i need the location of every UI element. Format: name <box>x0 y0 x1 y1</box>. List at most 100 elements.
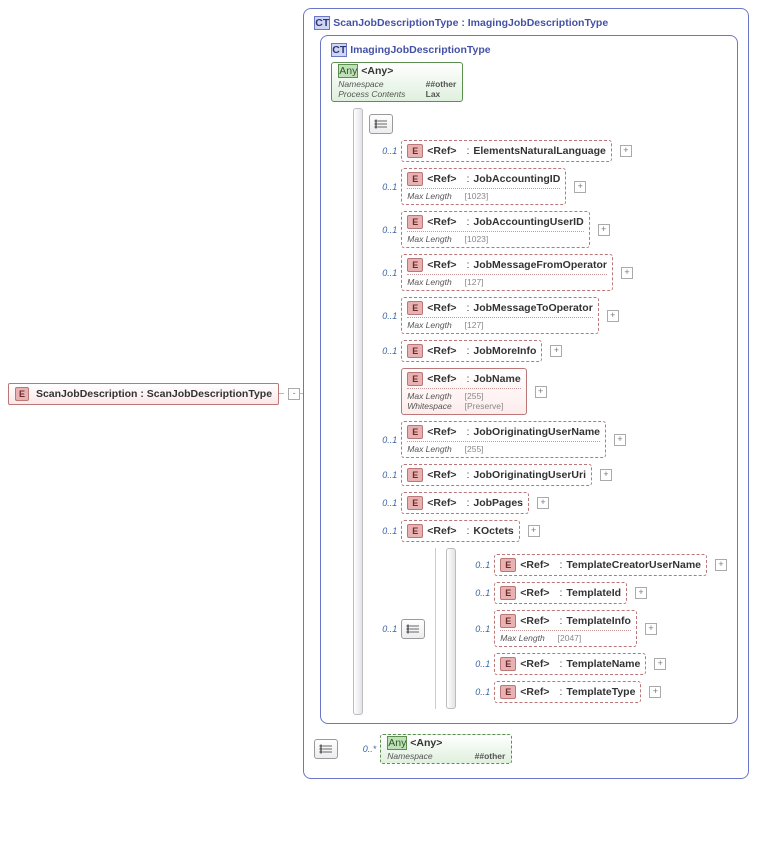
ref-label: <Ref> <box>427 497 456 509</box>
ref-box[interactable]: E <Ref> : TemplateId <box>494 582 627 604</box>
e-badge: E <box>500 558 516 572</box>
e-badge: E <box>407 496 423 510</box>
ref-row: 0..1E<Ref> : ElementsNaturalLanguage+ <box>369 140 727 162</box>
expand-icon[interactable]: + <box>528 525 540 537</box>
ref-row: 0..1E<Ref> : TemplateCreatorUserName+ <box>462 554 727 576</box>
e-badge: E <box>407 344 423 358</box>
any-top-attrs: Namespace ##other Process Contents Lax <box>338 79 456 99</box>
card-label: 0..1 <box>475 659 490 669</box>
ref-box[interactable]: E<Ref> : JobPages <box>401 492 529 514</box>
ref-box[interactable]: E<Ref> : TemplateInfoMax Length [2047] <box>494 610 637 647</box>
expand-icon[interactable]: + <box>621 267 633 279</box>
ct-badge: CT <box>331 43 347 57</box>
expand-icon[interactable]: + <box>537 497 549 509</box>
ref-row: 0..1E<Ref> : TemplateId+ <box>462 582 727 604</box>
ref-box[interactable]: E<Ref> : JobOriginatingUserNameMax Lengt… <box>401 421 606 458</box>
card-label: 0..1 <box>382 225 397 235</box>
ref-row: 0..1 E<Ref> : JobAccountingUserIDMax Leng… <box>369 211 727 248</box>
ref-box[interactable]: E<Ref> : JobMessageFromOperatorMax Lengt… <box>401 254 613 291</box>
ref-name: ElementsNaturalLanguage <box>473 145 605 157</box>
ref-row: 0..1E<Ref> : KOctets+ <box>369 520 727 542</box>
ref-name: JobAccountingUserID <box>473 216 583 228</box>
expand-icon[interactable]: + <box>607 310 619 322</box>
expand-icon[interactable]: + <box>620 145 632 157</box>
e-badge: E <box>407 524 423 538</box>
colon: : <box>466 302 469 314</box>
card-label: 0..1 <box>382 435 397 445</box>
ref-box[interactable]: E<Ref> : JobNameMax Length [255]Whitespa… <box>401 368 526 415</box>
e-badge: E <box>500 586 516 600</box>
ref-label: <Ref> <box>427 302 456 314</box>
any-bottom-label: <Any> <box>410 737 442 749</box>
ref-label: <Ref> <box>520 615 549 627</box>
ref-box[interactable]: E<Ref> : JobMessageToOperatorMax Length … <box>401 297 599 334</box>
ref-name: TemplateInfo <box>566 615 631 627</box>
expand-icon[interactable]: + <box>598 224 610 236</box>
ref-box[interactable]: E<Ref> : JobOriginatingUserUri <box>401 464 592 486</box>
any-bottom-node[interactable]: Any <Any> Namespace ##other <box>380 734 512 764</box>
expand-icon[interactable]: + <box>645 623 657 635</box>
ct-inner[interactable]: CT ImagingJobDescriptionType Any <Any> N… <box>320 35 738 724</box>
colon: : <box>559 686 562 698</box>
expand-icon[interactable]: + <box>535 386 547 398</box>
expand-icon[interactable]: + <box>550 345 562 357</box>
expand-icon[interactable]: + <box>614 434 626 446</box>
ref-box[interactable]: E<Ref> : JobAccountingUserIDMax Length [… <box>401 211 589 248</box>
colon: : <box>466 259 469 271</box>
e-badge: E <box>407 144 423 158</box>
card-label: 0..1 <box>382 498 397 508</box>
expand-icon[interactable]: + <box>715 559 727 571</box>
ref-box[interactable]: E<Ref> : TemplateType <box>494 681 641 703</box>
e-badge: E <box>407 372 423 386</box>
ref-row: 0..1E<Ref> : JobMessageFromOperatorMax L… <box>369 254 727 291</box>
e-badge: E <box>407 468 423 482</box>
card-label: 0..1 <box>382 470 397 480</box>
expand-icon[interactable]: + <box>635 587 647 599</box>
ref-name: TemplateId <box>566 587 621 599</box>
colon: : <box>466 345 469 357</box>
card-label: 0..1 <box>382 311 397 321</box>
constraints: Max Length [127] <box>407 317 593 330</box>
card-label: 0..1 <box>382 526 397 536</box>
expand-icon[interactable]: + <box>600 469 612 481</box>
ref-name: JobOriginatingUserUri <box>473 469 586 481</box>
colon: : <box>466 145 469 157</box>
sequence-icon <box>401 619 425 639</box>
ref-name: JobMoreInfo <box>473 345 536 357</box>
colon: : <box>559 658 562 670</box>
ct-outer[interactable]: CT ScanJobDescriptionType : ImagingJobDe… <box>303 8 749 779</box>
any-badge: Any <box>387 736 407 750</box>
e-badge: E <box>407 215 423 229</box>
ref-box[interactable]: E<Ref> : JobAccountingIDMax Length [1023… <box>401 168 566 205</box>
e-badge: E <box>15 387 29 401</box>
expand-icon[interactable]: + <box>649 686 661 698</box>
ct-inner-label: ImagingJobDescriptionType <box>350 44 490 56</box>
ref-box[interactable]: E<Ref> : KOctets <box>401 520 519 542</box>
ref-box[interactable]: E<Ref> : JobMoreInfo <box>401 340 542 362</box>
any-top-node[interactable]: Any <Any> Namespace ##other Process Cont… <box>331 62 463 102</box>
ct-outer-label: ScanJobDescriptionType : ImagingJobDescr… <box>333 17 608 29</box>
ref-box[interactable]: E<Ref> : TemplateCreatorUserName <box>494 554 707 576</box>
ref-label: <Ref> <box>427 525 456 537</box>
card-label: 0..* <box>363 744 377 754</box>
ref-name: TemplateName <box>566 658 640 670</box>
ref-label: <Ref> <box>427 426 456 438</box>
expand-icon[interactable]: + <box>654 658 666 670</box>
ref-label: <Ref> <box>427 145 456 157</box>
ref-box[interactable]: E<Ref> : TemplateName <box>494 653 646 675</box>
ref-label: <Ref> <box>520 587 549 599</box>
ref-box[interactable]: E <Ref> : ElementsNaturalLanguage <box>401 140 612 162</box>
root-element-node[interactable]: E ScanJobDescription : ScanJobDescriptio… <box>8 383 279 405</box>
card-label: 0..1 <box>475 624 490 634</box>
sequence-bar <box>353 108 363 715</box>
expand-icon[interactable]: - <box>288 388 300 400</box>
ref-row: 0..1 E<Ref> : JobOriginatingUserUri + <box>369 464 727 486</box>
ref-row: 0..1E<Ref> : JobPages+ <box>369 492 727 514</box>
colon: : <box>559 587 562 599</box>
ref-name: JobMessageFromOperator <box>473 259 607 271</box>
ref-name: JobAccountingID <box>473 173 560 185</box>
diagram-root: E ScanJobDescription : ScanJobDescriptio… <box>8 8 749 779</box>
expand-icon[interactable]: + <box>574 181 586 193</box>
constraints: Max Length [1023] <box>407 188 560 201</box>
ref-label: <Ref> <box>520 686 549 698</box>
